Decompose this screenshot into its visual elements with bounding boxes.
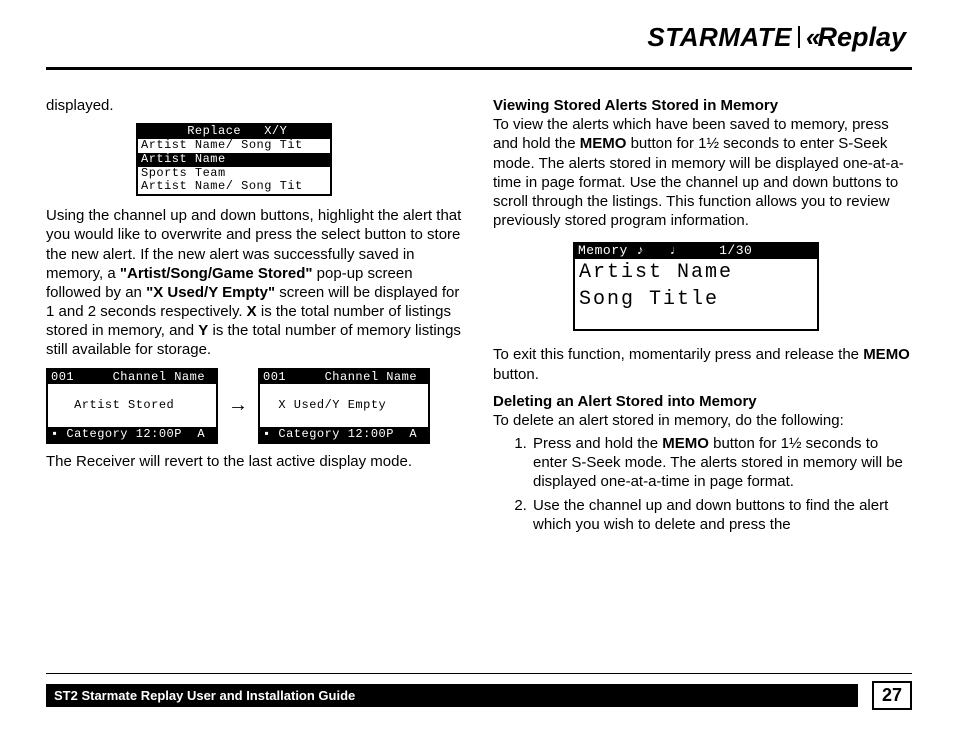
lcd-row: Sports Team bbox=[138, 167, 330, 181]
right-p2: To exit this function, momentarily press… bbox=[493, 345, 912, 383]
right-p1: To view the alerts which have been saved… bbox=[493, 115, 912, 230]
lcd-used-empty: 001 Channel Name X Used/Y Empty ▪ Catego… bbox=[258, 368, 430, 444]
arrows-icon: « bbox=[806, 22, 817, 52]
heading-deleting: Deleting an Alert Stored into Memory bbox=[493, 392, 912, 411]
left-p2: Using the channel up and down buttons, h… bbox=[46, 206, 465, 360]
left-column: displayed. Replace X/Y Artist Name/ Song… bbox=[46, 96, 465, 538]
brand-left: STARMATE bbox=[647, 22, 792, 52]
left-p3: The Receiver will revert to the last act… bbox=[46, 452, 465, 471]
lcd-row: Artist Stored bbox=[48, 398, 216, 412]
lcd-artist-stored: 001 Channel Name Artist Stored ▪ Categor… bbox=[46, 368, 218, 444]
lcd-row: Artist Name/ Song Tit bbox=[138, 139, 330, 153]
lcd-row bbox=[48, 413, 216, 427]
list-item: Press and hold the MEMO button for 1½ se… bbox=[531, 434, 912, 492]
lcd-row: 001 Channel Name bbox=[260, 370, 428, 384]
lcd-row bbox=[260, 413, 428, 427]
lcd-row: Artist Name bbox=[575, 259, 817, 286]
heading-viewing: Viewing Stored Alerts Stored in Memory bbox=[493, 96, 912, 115]
steps-list: Press and hold the MEMO button for 1½ se… bbox=[531, 434, 912, 534]
arrow-right-icon: → bbox=[228, 393, 248, 419]
footer-rule bbox=[46, 673, 912, 674]
lcd-row bbox=[48, 384, 216, 398]
right-column: Viewing Stored Alerts Stored in Memory T… bbox=[493, 96, 912, 538]
header-logo: STARMATE «Replay bbox=[46, 20, 912, 53]
lcd-memory-screen: Memory ♪ ♩ 1/30 Artist Name Song Title bbox=[573, 242, 819, 331]
lcd-row: 001 Channel Name bbox=[48, 370, 216, 384]
lcd-row: X Used/Y Empty bbox=[260, 398, 428, 412]
top-rule bbox=[46, 67, 912, 70]
footer-title: ST2 Starmate Replay User and Installatio… bbox=[46, 684, 858, 707]
lcd-row: ▪ Category 12:00P A bbox=[48, 427, 216, 441]
content-columns: displayed. Replace X/Y Artist Name/ Song… bbox=[46, 96, 912, 538]
right-p3: To delete an alert stored in memory, do … bbox=[493, 411, 912, 430]
lcd-replace-screen: Replace X/Y Artist Name/ Song Tit Artist… bbox=[136, 123, 332, 196]
lcd-row: Memory ♪ ♩ 1/30 bbox=[575, 244, 817, 259]
page-number: 27 bbox=[872, 681, 912, 710]
footer: ST2 Starmate Replay User and Installatio… bbox=[46, 681, 912, 710]
lcd-row: Song Title bbox=[575, 286, 817, 313]
lcd-row: Replace X/Y bbox=[138, 125, 330, 139]
list-item: Use the channel up and down buttons to f… bbox=[531, 496, 912, 534]
lcd-row: Artist Name/ Song Tit bbox=[138, 180, 330, 194]
lcd-row bbox=[260, 384, 428, 398]
brand-right: Replay bbox=[817, 22, 906, 52]
screens-row: 001 Channel Name Artist Stored ▪ Categor… bbox=[46, 368, 465, 444]
left-p1: displayed. bbox=[46, 96, 465, 115]
lcd-row bbox=[575, 313, 817, 329]
lcd-row: Artist Name bbox=[138, 153, 330, 167]
lcd-row: ▪ Category 12:00P A bbox=[260, 427, 428, 441]
